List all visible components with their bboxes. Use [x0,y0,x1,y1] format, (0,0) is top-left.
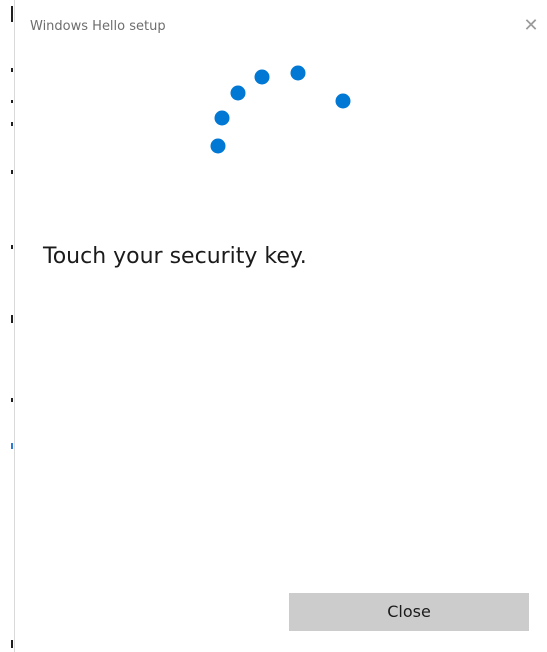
title-bar: Windows Hello setup ✕ [15,0,547,54]
progress-dot [254,69,270,85]
background-text-fragment [11,122,13,126]
windows-hello-dialog: Windows Hello setup ✕ Touch your securit… [15,0,547,652]
security-key-prompt: Touch your security key. [43,244,307,269]
background-text-fragment [11,640,13,648]
close-icon[interactable]: ✕ [521,16,541,36]
progress-dot [230,85,246,101]
progress-dot [214,110,230,126]
background-text-fragment [11,6,13,22]
progress-dot [290,65,306,81]
background-text-fragment [11,443,13,449]
background-text-fragment [11,100,13,103]
background-text-fragment [11,170,13,174]
background-window-edge [0,0,15,652]
progress-dots-icon [210,65,351,154]
progress-dot [210,138,226,154]
background-text-fragment [11,245,13,249]
background-text-fragment [11,315,13,323]
window-title: Windows Hello setup [30,19,166,34]
progress-dot [335,93,351,109]
close-button[interactable]: Close [289,593,529,631]
background-text-fragment [11,68,13,72]
background-text-fragment [11,398,13,402]
